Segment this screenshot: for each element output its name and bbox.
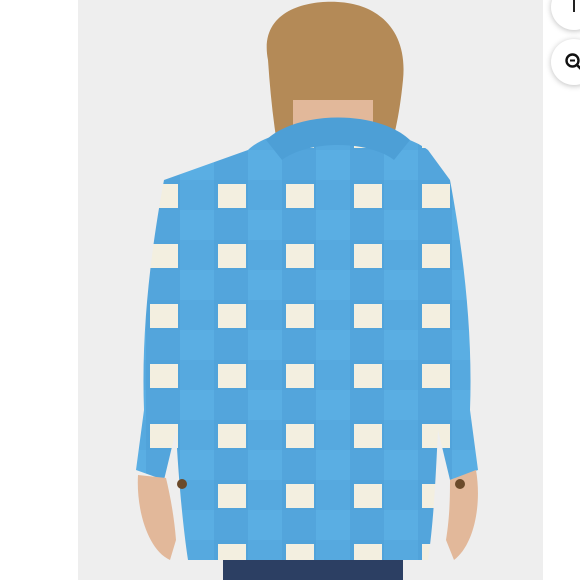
product-photo-graphic — [136, 1, 478, 580]
cuff-button-right — [455, 479, 465, 489]
share-icon — [565, 0, 580, 16]
product-image-viewer — [0, 0, 580, 580]
jacket — [136, 127, 478, 560]
share-button[interactable] — [551, 0, 580, 30]
zoom-button[interactable] — [551, 39, 580, 85]
pants — [223, 560, 403, 580]
zoom-in-icon — [564, 52, 580, 72]
left-hand — [137, 475, 176, 560]
product-photo[interactable] — [78, 0, 543, 580]
cuff-button-left — [177, 479, 187, 489]
